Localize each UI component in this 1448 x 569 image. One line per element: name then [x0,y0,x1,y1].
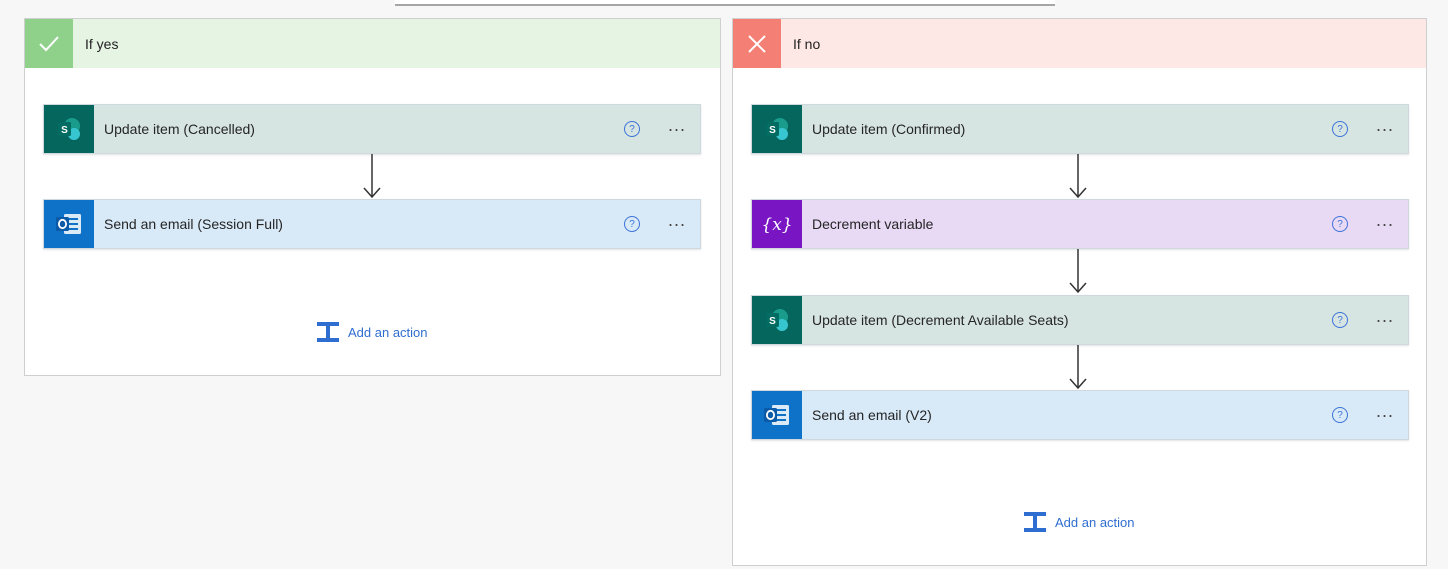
svg-text:S: S [61,125,68,136]
branch-title: If yes [85,35,119,52]
arrow-down-icon [1069,345,1087,390]
sharepoint-icon: S [44,105,94,153]
more-options-icon[interactable]: ... [1376,116,1394,138]
more-options-icon[interactable]: ... [668,211,686,233]
more-options-icon[interactable]: ... [1376,211,1394,233]
action-card-decrement-variable[interactable]: {x} Decrement variable ? ... [751,199,1409,249]
scope-top-edge [395,0,1055,6]
action-card-update-item-decrement-seats[interactable]: S Update item (Decrement Available Seats… [751,295,1409,345]
outlook-icon [752,391,802,439]
help-icon[interactable]: ? [623,121,640,137]
svg-text:{x}: {x} [761,215,792,235]
help-icon[interactable]: ? [1331,312,1348,328]
action-label: Update item (Decrement Available Seats) [812,312,1069,328]
action-label: Update item (Confirmed) [812,121,966,137]
more-options-icon[interactable]: ... [1376,402,1394,424]
help-icon[interactable]: ? [623,216,640,232]
branch-header-no[interactable]: If no [733,19,1426,68]
arrow-down-icon [363,154,381,199]
help-icon[interactable]: ? [1331,216,1348,232]
action-label: Send an email (Session Full) [104,216,283,232]
outlook-icon [44,200,94,248]
action-card-update-item-cancelled[interactable]: S Update item (Cancelled) ? ... [43,104,701,154]
sharepoint-icon: S [752,105,802,153]
branch-if-yes: If yes S Update item (Cancelled) ? ... S… [24,18,721,376]
action-card-update-item-confirmed[interactable]: S Update item (Confirmed) ? ... [751,104,1409,154]
sharepoint-icon: S [752,296,802,344]
svg-text:S: S [769,125,776,136]
branch-if-no: If no S Update item (Confirmed) ? ... {x… [732,18,1427,566]
svg-text:S: S [769,316,776,327]
add-action-button[interactable]: Add an action [1023,511,1135,533]
more-options-icon[interactable]: ... [1376,307,1394,329]
arrow-down-icon [1069,154,1087,199]
action-label: Update item (Cancelled) [104,121,255,137]
add-action-icon [317,322,339,342]
add-action-button[interactable]: Add an action [316,321,428,343]
more-options-icon[interactable]: ... [668,116,686,138]
close-icon [733,19,781,68]
variable-icon: {x} [752,200,802,248]
help-icon[interactable]: ? [1331,121,1348,137]
add-action-label: Add an action [348,324,428,340]
checkmark-icon [25,19,73,68]
add-action-label: Add an action [1055,514,1135,530]
branch-title: If no [793,35,821,52]
branch-header-yes[interactable]: If yes [25,19,720,68]
arrow-down-icon [1069,249,1087,294]
action-label: Send an email (V2) [812,407,932,423]
help-icon[interactable]: ? [1331,407,1348,423]
action-label: Decrement variable [812,216,934,232]
action-card-send-email-v2[interactable]: Send an email (V2) ? ... [751,390,1409,440]
action-card-send-email-session-full[interactable]: Send an email (Session Full) ? ... [43,199,701,249]
add-action-icon [1024,512,1046,532]
